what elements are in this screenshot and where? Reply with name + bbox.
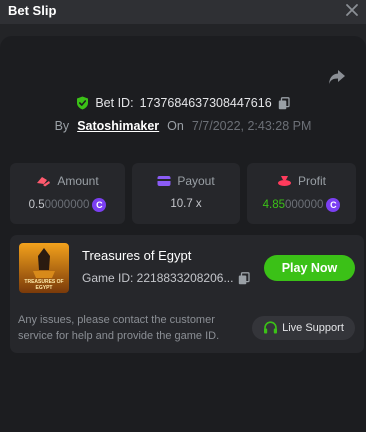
username-link[interactable]: Satoshimaker <box>77 119 159 133</box>
coin-icon: C <box>92 198 107 212</box>
game-card: TREASURES OF EGYPT Treasures of Egypt Ga… <box>10 235 364 353</box>
share-icon[interactable] <box>328 69 346 85</box>
amount-label: Amount <box>57 174 99 188</box>
bet-id-value: 1737684637308447616 <box>139 96 272 110</box>
copy-icon[interactable] <box>238 271 251 285</box>
support-message: Any issues, please contact the customer … <box>18 314 220 342</box>
svg-text:EGYPT: EGYPT <box>36 285 53 291</box>
payout-card: Payout 10.7 x <box>132 163 240 224</box>
amount-card: Amount 0.50000000 C <box>10 163 125 224</box>
live-support-button[interactable]: Live Support <box>252 316 355 340</box>
amount-icon <box>37 177 51 187</box>
profit-label: Profit <box>297 174 326 188</box>
profit-card: Profit 4.85000000 C <box>247 163 356 224</box>
payout-label: Payout <box>177 174 215 188</box>
copy-icon[interactable] <box>278 96 290 110</box>
headset-icon <box>264 321 278 334</box>
live-support-label: Live Support <box>282 322 344 334</box>
bet-timestamp: 7/7/2022, 2:43:28 PM <box>191 119 312 133</box>
profit-icon <box>277 176 291 186</box>
game-thumbnail[interactable]: TREASURES OF EGYPT <box>19 243 69 293</box>
bet-author-row: By Satoshimaker On 7/7/2022, 2:43:28 PM <box>0 117 366 135</box>
profit-value: 4.85000000 <box>262 199 324 211</box>
bet-slip-title: Bet Slip <box>8 3 57 18</box>
bet-slip-header: Bet Slip <box>0 0 366 24</box>
wallet-icon <box>157 176 171 186</box>
payout-value: 10.7 x <box>170 198 202 210</box>
play-now-button[interactable]: Play Now <box>264 255 355 281</box>
close-icon[interactable] <box>344 2 360 18</box>
coin-icon: C <box>326 198 341 212</box>
shield-check-icon <box>77 96 89 110</box>
game-name: Treasures of Egypt <box>82 248 192 263</box>
game-id-row: Game ID: 2218833208206... <box>82 271 251 285</box>
bet-id-label: Bet ID: <box>95 96 134 110</box>
by-label: By <box>54 119 70 133</box>
bet-id-row: Bet ID: 1737684637308447616 <box>0 94 366 112</box>
game-id-text: Game ID: 2218833208206... <box>82 271 234 285</box>
on-label: On <box>167 119 184 133</box>
amount-value: 0.50000000 <box>28 199 90 211</box>
